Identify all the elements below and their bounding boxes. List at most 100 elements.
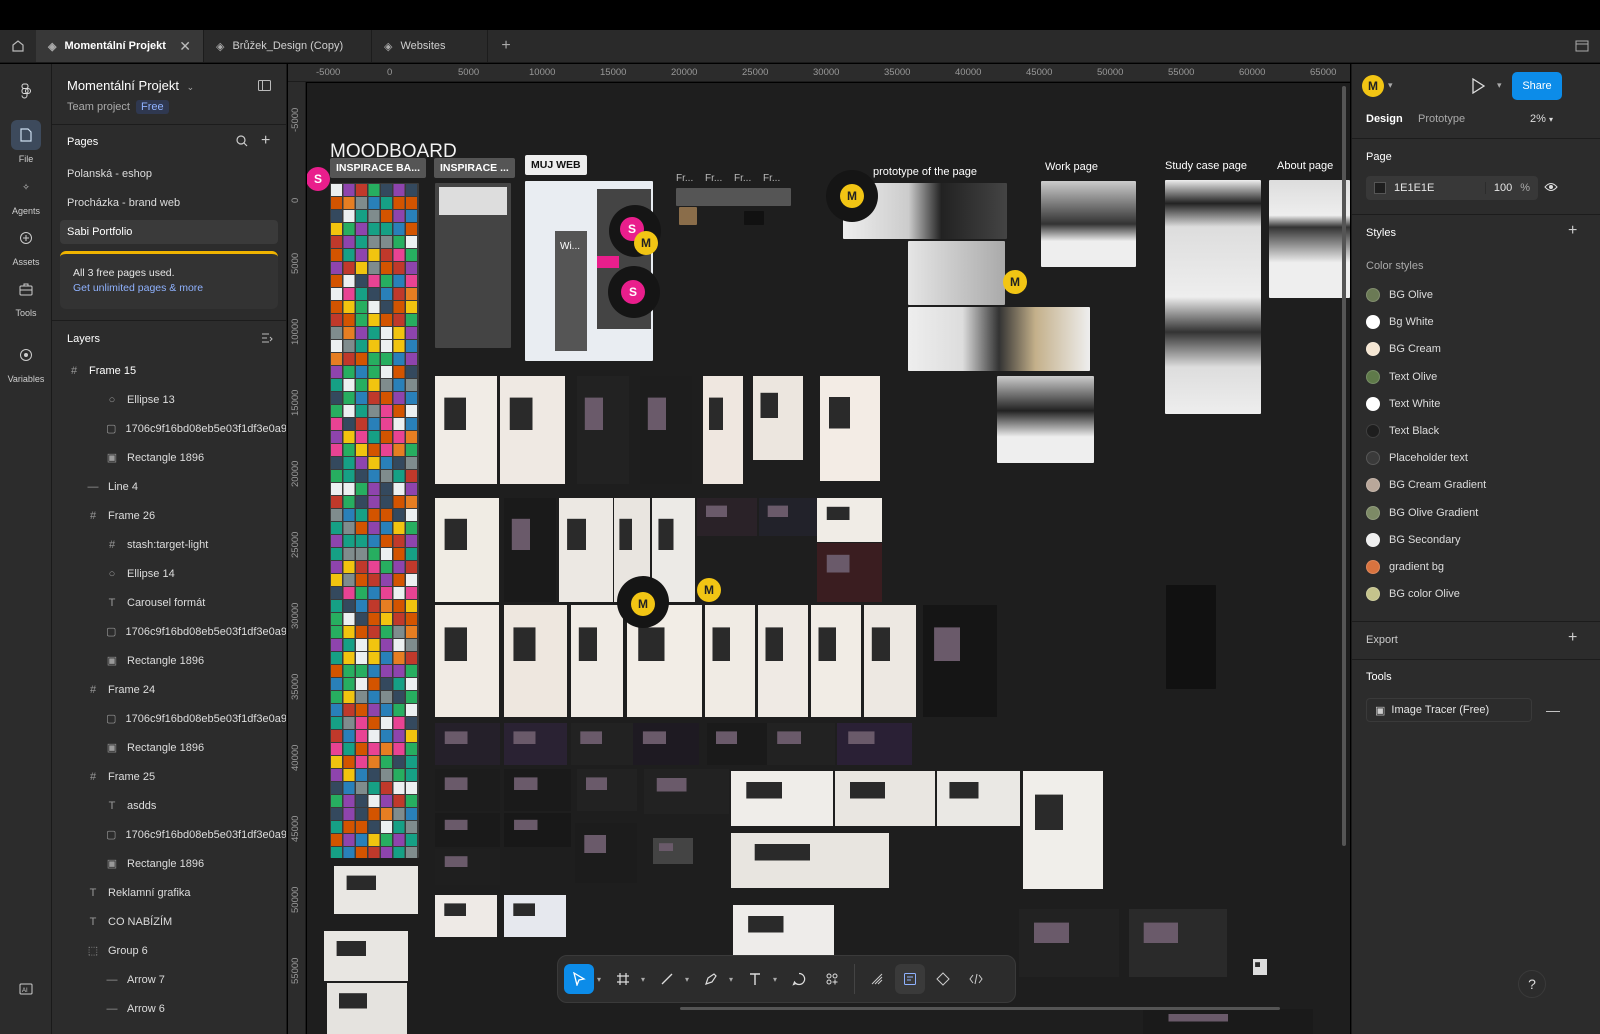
color-style-item[interactable]: BG Olive Gradient (1366, 501, 1586, 525)
tab-momentalni-projekt[interactable]: ◈ Momentální Projekt ✕ (36, 30, 204, 62)
color-style-item[interactable]: Text Olive (1366, 365, 1586, 389)
remove-tool-icon[interactable]: — (1546, 702, 1560, 718)
figma-logo-icon[interactable] (0, 76, 52, 110)
layer-row[interactable]: ▣ Rectangle 1896 (52, 733, 286, 762)
ai-icon[interactable]: AI (0, 974, 52, 1008)
color-style-item[interactable]: BG Secondary (1366, 528, 1586, 552)
layer-row[interactable]: — Line 4 (52, 472, 286, 501)
draw-mode-icon[interactable] (862, 964, 892, 994)
layer-row[interactable]: — Arrow 7 (52, 965, 286, 994)
upgrade-link[interactable]: Get unlimited pages & more (73, 281, 265, 296)
play-icon[interactable] (1471, 77, 1486, 97)
chevron-down-icon[interactable]: ▾ (685, 975, 693, 984)
page-opacity[interactable]: 100 (1484, 182, 1512, 194)
layer-row[interactable]: Tasdds (52, 791, 286, 820)
text-tool-icon[interactable] (740, 964, 770, 994)
collapse-layers-icon[interactable] (261, 333, 273, 346)
page-item[interactable]: Sabi Portfolio (60, 220, 278, 244)
frame-tool-icon[interactable] (608, 964, 638, 994)
chevron-down-icon[interactable]: ▾ (641, 975, 649, 984)
panel-toggle-icon[interactable] (1564, 30, 1600, 62)
layer-row[interactable]: ⬚ Group 6 (52, 936, 286, 965)
layer-row[interactable]: ○ Ellipse 13 (52, 385, 286, 414)
home-icon[interactable] (0, 30, 36, 62)
user-avatar[interactable]: M (1362, 75, 1384, 97)
color-style-item[interactable]: BG Cream (1366, 337, 1586, 361)
layer-row[interactable]: # Frame 26 (52, 501, 286, 530)
collaborator-avatar[interactable]: M (1003, 270, 1027, 294)
actions-tool-icon[interactable] (817, 964, 847, 994)
color-style-item[interactable]: BG color Olive (1366, 582, 1586, 606)
layer-row[interactable]: ▢ 1706c9f16bd08eb5e03f1df3e0a9 (52, 617, 286, 646)
chevron-down-icon[interactable]: ▾ (729, 975, 737, 984)
layer-row[interactable]: ▣ Rectangle 1896 (52, 646, 286, 675)
rail-variables[interactable]: Variables (0, 340, 52, 384)
sidebar-toggle-icon[interactable] (258, 80, 271, 94)
rail-tools[interactable]: Tools (0, 274, 52, 318)
layer-row[interactable]: T Reklamní grafika (52, 878, 286, 907)
layer-row[interactable]: ○ Ellipse 14 (52, 559, 286, 588)
collaborator-avatar[interactable]: M (697, 578, 721, 602)
tab-websites[interactable]: ◈ Websites (372, 30, 488, 62)
component-mode-icon[interactable] (928, 964, 958, 994)
move-tool-icon[interactable] (564, 964, 594, 994)
collaborator-avatar[interactable]: S (621, 280, 645, 304)
image-tracer-plugin[interactable]: ▣ Image Tracer (Free) (1366, 698, 1532, 722)
line-tool-icon[interactable] (652, 964, 682, 994)
tab-prototype[interactable]: Prototype (1418, 113, 1465, 125)
add-page-icon[interactable]: + (261, 132, 270, 150)
plan-badge[interactable]: Free (135, 100, 169, 114)
help-button[interactable]: ? (1518, 970, 1546, 998)
chevron-down-icon[interactable]: ▾ (773, 975, 781, 984)
design-mode-icon[interactable] (895, 964, 925, 994)
collaborator-avatar[interactable]: M (840, 184, 864, 208)
vertical-scrollbar[interactable] (1342, 86, 1346, 846)
collaborator-avatar[interactable]: M (634, 231, 658, 255)
comment-tool-icon[interactable] (784, 964, 814, 994)
collaborator-avatar[interactable]: M (631, 592, 655, 616)
dev-mode-icon[interactable] (961, 964, 991, 994)
color-style-item[interactable]: gradient bg (1366, 555, 1586, 579)
chevron-down-icon[interactable]: ▾ (1388, 80, 1393, 91)
eye-icon[interactable] (1544, 182, 1558, 195)
layer-row[interactable]: # Frame 15 (52, 356, 286, 385)
tab-design[interactable]: Design (1366, 113, 1403, 125)
project-title[interactable]: Momentální Projekt ⌄ (67, 78, 194, 93)
layer-row[interactable]: T Carousel formát (52, 588, 286, 617)
color-style-item[interactable]: BG Olive (1366, 283, 1586, 307)
layer-row[interactable]: ▣ Rectangle 1896 (52, 443, 286, 472)
page-color-hex[interactable]: 1E1E1E (1394, 182, 1434, 194)
chevron-down-icon[interactable]: ▾ (597, 975, 605, 984)
new-tab-icon[interactable]: + (488, 30, 524, 62)
chevron-down-icon[interactable]: ▾ (1497, 80, 1502, 91)
pen-tool-icon[interactable] (696, 964, 726, 994)
color-style-item[interactable]: Text Black (1366, 419, 1586, 443)
close-icon[interactable]: ✕ (179, 38, 191, 55)
rail-file[interactable]: File (0, 120, 52, 164)
layer-row[interactable]: # Frame 25 (52, 762, 286, 791)
page-color-field[interactable]: 1E1E1E 100 % (1366, 176, 1538, 200)
layer-row[interactable]: # Frame 24 (52, 675, 286, 704)
collaborator-avatar[interactable]: S (307, 167, 330, 191)
layer-row[interactable]: ▢ 1706c9f16bd08eb5e03f1df3e0a9 (52, 414, 286, 443)
add-export-icon[interactable]: + (1568, 629, 1577, 647)
layer-row[interactable]: T CO NABÍZÍM (52, 907, 286, 936)
layer-row[interactable]: # stash:target-light (52, 530, 286, 559)
rail-assets[interactable]: Assets (0, 223, 52, 267)
add-style-icon[interactable]: + (1568, 222, 1577, 240)
color-style-item[interactable]: BG Cream Gradient (1366, 473, 1586, 497)
page-item[interactable]: Polanská - eshop (60, 162, 278, 186)
color-style-item[interactable]: Bg White (1366, 310, 1586, 334)
zoom-level[interactable]: 2% ▾ (1530, 113, 1553, 125)
horizontal-scrollbar[interactable] (680, 1007, 1280, 1010)
share-button[interactable]: Share (1512, 72, 1562, 100)
color-style-item[interactable]: Placeholder text (1366, 446, 1586, 470)
search-icon[interactable] (236, 135, 248, 150)
page-item[interactable]: Procházka - brand web (60, 191, 278, 215)
color-swatch[interactable] (1374, 182, 1386, 194)
layer-row[interactable]: — Arrow 6 (52, 994, 286, 1023)
canvas[interactable]: MOODBOARD INSPIRACE BA... INSPIRACE ... … (307, 83, 1350, 1034)
layer-row[interactable]: ▣ Rectangle 1896 (52, 849, 286, 878)
color-style-item[interactable]: Text White (1366, 392, 1586, 416)
tab-bruzek-design[interactable]: ◈ Brůžek_Design (Copy) (204, 30, 372, 62)
